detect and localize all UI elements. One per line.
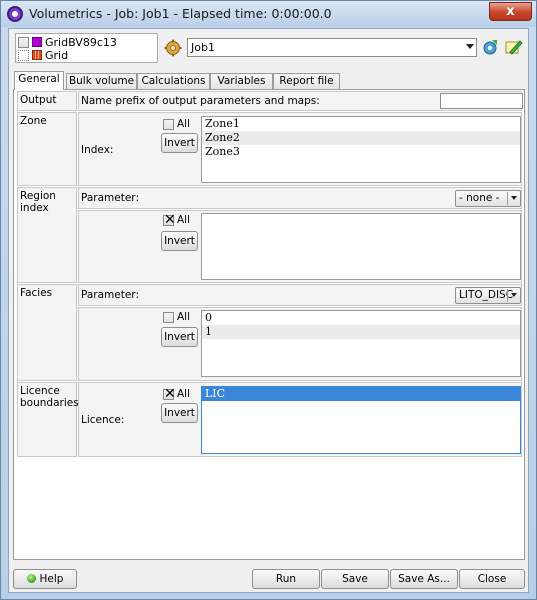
tab-report-file[interactable]: Report file	[273, 73, 340, 89]
region-list[interactable]	[201, 213, 521, 280]
grid-color-swatch	[32, 37, 42, 47]
title-bar: Volumetrics - Job: Job1 - Elapsed time: …	[1, 1, 536, 27]
facies-label: Facies	[17, 284, 77, 381]
list-item[interactable]: Zone1	[202, 117, 520, 131]
region-invert-button[interactable]: Invert	[161, 231, 198, 251]
facies-parameter-value: LITO_DISC	[459, 289, 514, 301]
zone-index-list[interactable]: Zone1 Zone2 Zone3	[201, 116, 521, 183]
list-item[interactable]: LIC	[202, 387, 520, 401]
region-all-label: All	[177, 214, 191, 226]
region-body: ✕ All Invert	[78, 210, 522, 283]
licence-list[interactable]: LIC	[201, 386, 521, 454]
zone-label: Zone	[17, 112, 77, 186]
edit-pencil-icon[interactable]	[505, 38, 523, 56]
list-item[interactable]: Zone3	[202, 145, 520, 159]
tab-variables[interactable]: Variables	[210, 73, 273, 89]
window-title: Volumetrics - Job: Job1 - Elapsed time: …	[29, 6, 332, 21]
region-parameter-select[interactable]: - none -	[455, 190, 521, 207]
chevron-down-icon	[511, 196, 517, 200]
zone-invert-button[interactable]: Invert	[161, 133, 198, 153]
dialog-footer: Help Run Save Save As... Close	[9, 564, 528, 594]
app-icon	[7, 6, 23, 22]
tab-calculations[interactable]: Calculations	[137, 73, 210, 89]
run-button[interactable]: Run	[252, 569, 320, 589]
facies-parameter-label: Parameter:	[81, 289, 139, 301]
job-select[interactable]: Job1	[187, 38, 477, 57]
name-prefix-label: Name prefix of output parameters and map…	[81, 95, 320, 107]
list-item[interactable]: 1	[202, 325, 520, 339]
zone-all-checkbox[interactable]	[163, 119, 174, 130]
grid-3d-icon	[32, 50, 42, 60]
region-index-label: Region index	[17, 187, 77, 283]
facies-all-label: All	[177, 311, 191, 323]
licence-invert-button[interactable]: Invert	[161, 403, 198, 423]
grid-checkbox[interactable]	[18, 36, 29, 48]
combo-separator	[507, 289, 508, 302]
region-param-row: Parameter: - none -	[78, 187, 522, 209]
combo-separator	[507, 192, 508, 205]
save-as-button[interactable]: Save As...	[390, 569, 458, 589]
licence-label-line2: boundaries	[20, 397, 79, 409]
settings-gear-icon[interactable]	[481, 38, 499, 56]
zone-body: All Invert Index: Zone1 Zone2 Zone3	[78, 112, 522, 186]
general-panel: Output Name prefix of output parameters …	[13, 89, 525, 560]
facies-parameter-select[interactable]: LITO_DISC	[455, 287, 521, 304]
save-button[interactable]: Save	[321, 569, 389, 589]
gear-icon[interactable]	[164, 39, 182, 57]
zone-section: Zone All Invert Index: Zone1 Zone2 Zone3	[17, 112, 522, 186]
output-section: Output Name prefix of output parameters …	[17, 91, 523, 111]
licence-all-label: All	[177, 388, 191, 400]
help-icon	[26, 574, 36, 583]
region-parameter-label: Parameter:	[81, 192, 139, 204]
grid-item[interactable]: Grid	[18, 48, 68, 62]
output-label: Output	[17, 91, 77, 111]
chevron-down-icon	[511, 293, 517, 297]
tab-general[interactable]: General	[14, 71, 64, 90]
zone-index-label: Index:	[81, 144, 114, 156]
licence-boundaries-label: Licence boundaries	[17, 382, 79, 457]
facies-body: All Invert 0 1	[78, 307, 522, 381]
list-item[interactable]: 0	[202, 311, 520, 325]
list-item[interactable]: Zone2	[202, 131, 520, 145]
licence-all-checkbox[interactable]: ✕	[163, 386, 176, 402]
facies-invert-button[interactable]: Invert	[161, 327, 198, 347]
licence-section: Licence boundaries ✕ All Invert Licence:…	[17, 382, 522, 457]
help-button[interactable]: Help	[13, 569, 77, 589]
check-x-icon: ✕	[164, 386, 176, 402]
job-select-value: Job1	[191, 41, 215, 54]
grid-label: Grid	[45, 48, 69, 62]
output-body: Name prefix of output parameters and map…	[78, 91, 523, 111]
licence-body: ✕ All Invert Licence: LIC	[78, 382, 522, 457]
check-x-icon: ✕	[164, 212, 176, 228]
facies-all-checkbox[interactable]	[163, 312, 174, 323]
facies-list[interactable]: 0 1	[201, 310, 521, 377]
close-button[interactable]: Close	[459, 569, 525, 589]
grid-label: GridBV89c13	[45, 35, 117, 49]
region-section: Region index Parameter: - none - ✕ All I…	[17, 187, 522, 283]
licence-label-line1: Licence	[20, 385, 60, 397]
tab-bulk-volume[interactable]: Bulk volume	[66, 73, 137, 89]
facies-param-row: Parameter: LITO_DISC	[78, 284, 522, 306]
name-prefix-input[interactable]	[440, 93, 523, 109]
grid-item[interactable]: GridBV89c13	[18, 35, 117, 49]
volumetrics-window: Volumetrics - Job: Job1 - Elapsed time: …	[0, 0, 537, 600]
region-parameter-value: - none -	[459, 192, 500, 204]
dialog-client: GridBV89c13 Grid Job1 General Bulk volum…	[8, 28, 529, 593]
zone-all-label: All	[177, 118, 191, 130]
facies-section: Facies Parameter: LITO_DISC All Invert 0	[17, 284, 522, 381]
window-close-button[interactable]: x	[489, 2, 532, 21]
help-label: Help	[39, 573, 64, 585]
licence-field-label: Licence:	[81, 414, 125, 426]
chevron-down-icon	[466, 44, 474, 49]
grid-checkbox[interactable]	[18, 49, 29, 61]
grid-list: GridBV89c13 Grid	[15, 33, 158, 63]
region-all-checkbox[interactable]: ✕	[163, 212, 176, 228]
